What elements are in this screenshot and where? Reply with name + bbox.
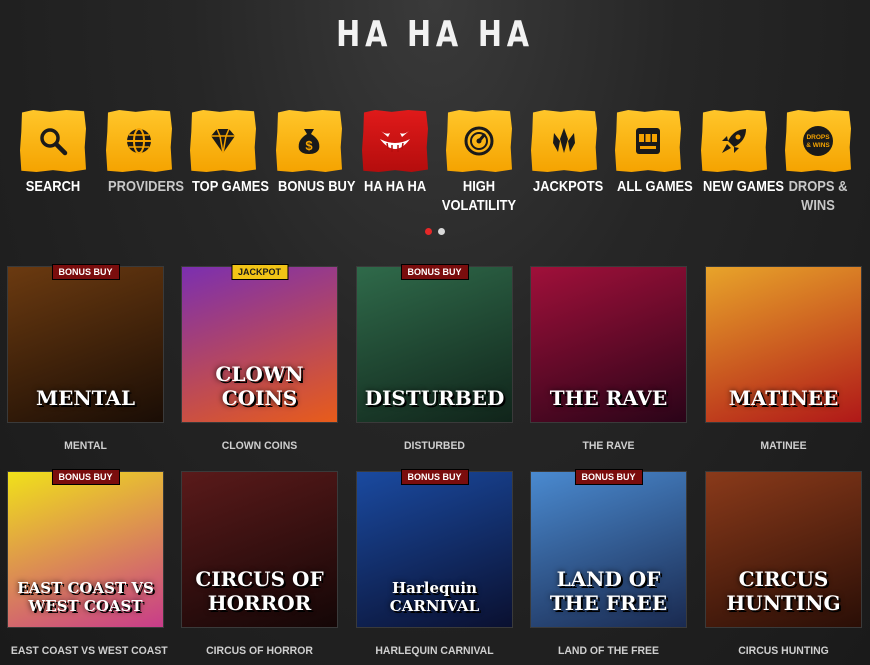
game-card[interactable]: CIRCUS OF HORROR CIRCUS OF HORROR — [181, 471, 338, 657]
jackpot-badge: JACKPOT — [230, 264, 289, 280]
game-card[interactable]: BONUS BUY MENTAL MENTAL — [7, 264, 164, 452]
game-thumbnail[interactable]: EAST COAST VS WEST COAST — [7, 471, 164, 628]
svg-text:DROPS: DROPS — [806, 134, 830, 141]
globe-icon — [127, 128, 151, 154]
category-label: SEARCH — [25, 178, 81, 195]
category-all-games[interactable]: ALL GAMES — [612, 110, 693, 196]
category-label: NEW GAMES — [703, 178, 785, 195]
category-label: TOP GAMES — [192, 178, 269, 195]
game-name: MENTAL — [64, 440, 107, 452]
rocket-icon — [722, 129, 746, 153]
page-title: HA HA HA — [336, 14, 534, 55]
carousel-dot-1[interactable] — [425, 228, 432, 235]
drops-and-wins-icon: DROPS& WINS — [803, 126, 833, 156]
svg-text:$: $ — [305, 138, 313, 153]
game-thumbnail[interactable]: CIRCUS OF HORROR — [181, 471, 338, 628]
game-card[interactable]: BONUS BUY EAST COAST VS WEST COAST EAST CO… — [7, 469, 168, 657]
game-thumbnail[interactable]: MATINEE — [705, 266, 862, 423]
game-name: CIRCUS HUNTING — [738, 645, 829, 657]
bonus-buy-badge: BONUS BUY — [51, 264, 120, 280]
category-label: BONUS BUY — [278, 178, 356, 195]
category-label: DROPS & WINS — [788, 178, 848, 214]
game-name: THE RAVE — [582, 440, 635, 452]
category-new-games[interactable]: NEW GAMES — [698, 110, 785, 196]
gauge-icon — [464, 126, 494, 156]
game-thumbnail[interactable]: MENTAL — [7, 266, 164, 423]
game-card[interactable]: BONUS BUY DISTURBED DISTURBED — [356, 264, 513, 452]
game-art-title: CLOWN COINS — [215, 362, 304, 410]
clown-smile-icon — [380, 131, 410, 152]
category-search[interactable]: SEARCH — [17, 110, 89, 196]
category-top-games[interactable]: TOP GAMES — [187, 110, 269, 196]
category-ha-ha-ha[interactable]: HA HA HA — [359, 110, 431, 196]
category-label: HA HA HA — [364, 178, 427, 195]
game-thumbnail[interactable]: CIRCUS HUNTING — [705, 471, 862, 628]
carousel-pagination — [425, 222, 451, 240]
bonus-buy-badge: BONUS BUY — [51, 469, 120, 485]
game-art-title: MENTAL — [35, 386, 136, 410]
game-art-title: EAST COAST VS WEST COAST — [17, 579, 154, 615]
game-card[interactable]: THE RAVE THE RAVE — [530, 266, 687, 452]
game-thumbnail[interactable]: THE RAVE — [530, 266, 687, 423]
game-name: CIRCUS OF HORROR — [206, 645, 313, 657]
game-name: HARLEQUIN CARNIVAL — [375, 645, 494, 657]
money-bag-icon: $ — [298, 129, 320, 154]
bonus-buy-badge: BONUS BUY — [574, 469, 643, 485]
category-providers[interactable]: PROVIDERS — [103, 110, 185, 196]
game-name: DISTURBED — [404, 440, 465, 452]
category-label: JACKPOTS — [533, 178, 604, 195]
diamond-icon — [211, 128, 235, 154]
category-label: PROVIDERS — [108, 178, 185, 195]
carousel-dot-2[interactable] — [438, 228, 445, 235]
category-bonus-buy[interactable]: $ BONUS BUY — [273, 110, 356, 196]
game-card[interactable]: JACKPOT CLOWN COINS CLOWN COINS — [181, 264, 338, 452]
game-card[interactable]: MATINEE MATINEE — [705, 266, 862, 452]
category-label: HIGH VOLATILITY — [441, 178, 517, 214]
game-thumbnail[interactable]: Harlequin CARNIVAL — [356, 471, 513, 628]
game-art-title: DISTURBED — [364, 386, 505, 410]
game-card[interactable]: BONUS BUY Harlequin CARNIVAL HARLEQUIN CAR… — [356, 469, 513, 657]
category-high-volatility[interactable]: HIGH VOLATILITY — [442, 110, 516, 215]
bonus-buy-badge: BONUS BUY — [400, 264, 469, 280]
game-thumbnail[interactable]: DISTURBED — [356, 266, 513, 423]
game-art-title: CIRCUS OF HORROR — [195, 567, 324, 615]
game-art-title: MATINEE — [728, 386, 839, 410]
game-name: LAND OF THE FREE — [557, 645, 660, 657]
game-art-title: Harlequin CARNIVAL — [389, 579, 480, 615]
game-name: EAST COAST VS WEST COAST — [10, 645, 168, 657]
game-thumbnail[interactable]: LAND OF THE FREE — [530, 471, 687, 628]
category-label: ALL GAMES — [617, 178, 693, 195]
crown-icon — [553, 128, 575, 153]
game-thumbnail[interactable]: CLOWN COINS — [181, 266, 338, 423]
game-art-title: LAND OF THE FREE — [549, 567, 668, 615]
svg-text:& WINS: & WINS — [806, 142, 830, 149]
game-art-title: CIRCUS HUNTING — [726, 567, 841, 615]
game-art-title: THE RAVE — [549, 386, 668, 410]
category-carousel: SEARCH PROVIDERS TOP GAMES $ BONUS BUY H… — [14, 110, 864, 220]
category-jackpots[interactable]: JACKPOTS — [528, 110, 604, 196]
search-icon — [40, 128, 68, 156]
bonus-buy-badge: BONUS BUY — [400, 469, 469, 485]
slot-machine-icon — [636, 128, 660, 154]
game-name: CLOWN COINS — [221, 440, 298, 452]
category-drops-and-wins[interactable]: DROPS & WINS DROPS & WINS — [782, 110, 854, 215]
game-name: MATINEE — [760, 440, 807, 452]
game-card[interactable]: CIRCUS HUNTING CIRCUS HUNTING — [705, 471, 862, 657]
game-card[interactable]: BONUS BUY LAND OF THE FREE LAND OF THE FRE… — [530, 469, 687, 657]
